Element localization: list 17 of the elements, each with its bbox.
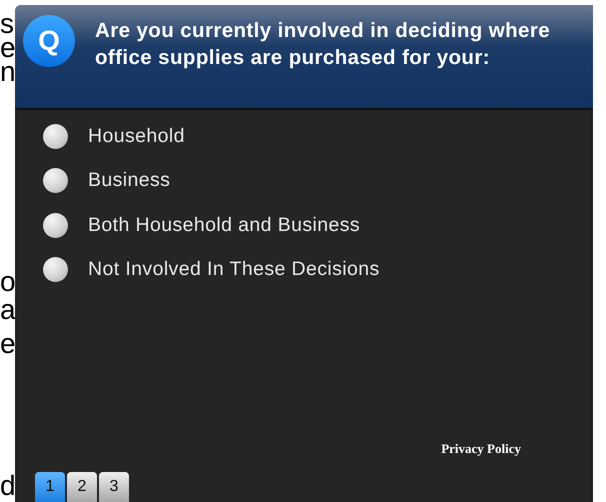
- question-badge: Q: [23, 15, 75, 67]
- option-label: Not Involved In These Decisions: [88, 257, 380, 282]
- radio-button[interactable]: [43, 212, 68, 238]
- option-label: Business: [88, 168, 170, 194]
- background-text: d: [0, 470, 16, 502]
- radio-button[interactable]: [43, 124, 68, 149]
- option-label: Household: [88, 124, 185, 149]
- radio-button[interactable]: [43, 168, 68, 194]
- page-button[interactable]: 2: [67, 472, 97, 502]
- radio-button[interactable]: [43, 257, 68, 282]
- page-button[interactable]: 3: [99, 472, 129, 502]
- question-text: Are you currently involved in deciding where: [95, 18, 550, 44]
- question-text: office supplies are purchased for your:: [95, 45, 491, 71]
- background-text: e: [0, 328, 16, 360]
- page-button[interactable]: 1: [35, 472, 65, 502]
- option-label: Both Household and Business: [88, 212, 360, 238]
- privacy-policy-link[interactable]: Privacy Policy: [441, 438, 521, 458]
